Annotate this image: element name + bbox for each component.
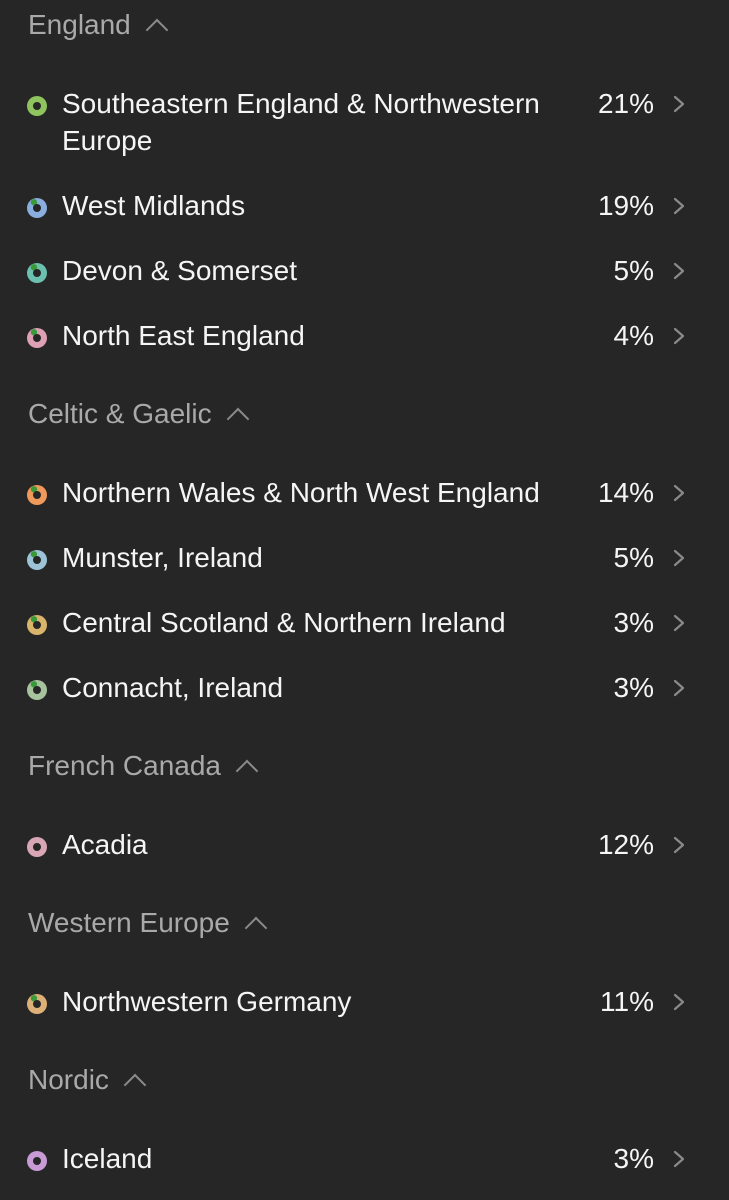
section-title: Nordic bbox=[28, 1064, 109, 1095]
region-name: Central Scotland & Northern Ireland bbox=[62, 607, 506, 638]
chevron-right-icon bbox=[673, 262, 685, 280]
region-percent: 21% bbox=[597, 88, 654, 119]
region-dot-center bbox=[33, 843, 41, 851]
chevron-up-icon bbox=[226, 407, 249, 431]
region-percent: 19% bbox=[597, 190, 654, 221]
region-dot-center bbox=[33, 102, 41, 110]
region-dot-icon bbox=[27, 837, 47, 857]
region-dot-center bbox=[33, 1000, 41, 1008]
region-name: Acadia bbox=[62, 829, 148, 860]
region-dot-icon bbox=[27, 994, 47, 1014]
chevron-right-icon bbox=[673, 197, 685, 215]
region-dot-center bbox=[33, 491, 41, 499]
region-name: Devon & Somerset bbox=[62, 255, 297, 286]
section-header-french-canada[interactable]: French Canada bbox=[28, 746, 259, 786]
section-header-western-europe[interactable]: Western Europe bbox=[28, 903, 268, 943]
region-name: Northern Wales & North West England bbox=[62, 477, 540, 508]
region-dot-center bbox=[33, 269, 41, 277]
section-title: Celtic & Gaelic bbox=[28, 398, 212, 429]
region-dot-center bbox=[33, 621, 41, 629]
region-dot-center bbox=[33, 204, 41, 212]
region-percent: 4% bbox=[613, 320, 654, 351]
section-header-nordic[interactable]: Nordic bbox=[28, 1060, 147, 1100]
chevron-right-icon bbox=[673, 1150, 685, 1168]
chevron-up-icon bbox=[235, 759, 259, 783]
region-dot-icon bbox=[27, 550, 47, 570]
chevron-right-icon bbox=[673, 327, 685, 345]
region-dot-icon bbox=[27, 1151, 47, 1171]
region-percent: 5% bbox=[613, 542, 654, 573]
chevron-up-icon bbox=[145, 18, 169, 42]
region-dot-center bbox=[33, 1157, 41, 1165]
chevron-right-icon bbox=[673, 836, 685, 854]
region-dot-icon bbox=[27, 615, 47, 635]
region-percent: 11% bbox=[600, 986, 654, 1017]
region-dot-center bbox=[33, 334, 41, 342]
chevron-right-icon bbox=[673, 549, 685, 567]
chevron-right-icon bbox=[673, 679, 685, 697]
region-name: Connacht, Ireland bbox=[62, 672, 284, 703]
region-dot-icon bbox=[27, 328, 47, 348]
chevron-right-icon bbox=[673, 95, 685, 113]
region-name: Southeastern England & Northwestern Euro… bbox=[62, 88, 540, 156]
region-dot-center bbox=[33, 686, 41, 694]
region-name: Munster, Ireland bbox=[62, 542, 263, 573]
section-title: French Canada bbox=[28, 750, 222, 781]
chevron-up-icon bbox=[123, 1073, 147, 1097]
region-dot-icon bbox=[27, 198, 47, 218]
region-percent: 3% bbox=[613, 607, 654, 638]
region-name: West Midlands bbox=[62, 190, 246, 221]
region-percent: 14% bbox=[597, 477, 654, 508]
region-dot-icon bbox=[27, 485, 47, 505]
region-percent: 12% bbox=[597, 829, 654, 860]
region-name: Northwestern Germany bbox=[62, 986, 352, 1017]
section-title: England bbox=[28, 9, 131, 40]
section-header-celtic-gaelic[interactable]: Celtic & Gaelic bbox=[28, 394, 249, 434]
region-percent: 3% bbox=[613, 1143, 654, 1174]
region-dot-icon bbox=[27, 680, 47, 700]
region-dot-icon bbox=[27, 263, 47, 283]
chevron-up-icon bbox=[244, 916, 268, 940]
region-percent: 3% bbox=[613, 672, 654, 703]
region-dot-icon bbox=[27, 96, 47, 116]
chevron-right-icon bbox=[673, 993, 685, 1011]
section-header-england[interactable]: England bbox=[28, 5, 169, 45]
section-title: Western Europe bbox=[28, 907, 230, 938]
chevron-right-icon bbox=[673, 614, 685, 632]
region-name: Iceland bbox=[62, 1143, 153, 1174]
ethnicity-list: England Southeastern England & Northwest… bbox=[0, 0, 729, 1200]
region-dot-center bbox=[33, 556, 41, 564]
region-name: North East England bbox=[62, 320, 305, 351]
chevron-right-icon bbox=[673, 484, 685, 502]
region-percent: 5% bbox=[613, 255, 654, 286]
